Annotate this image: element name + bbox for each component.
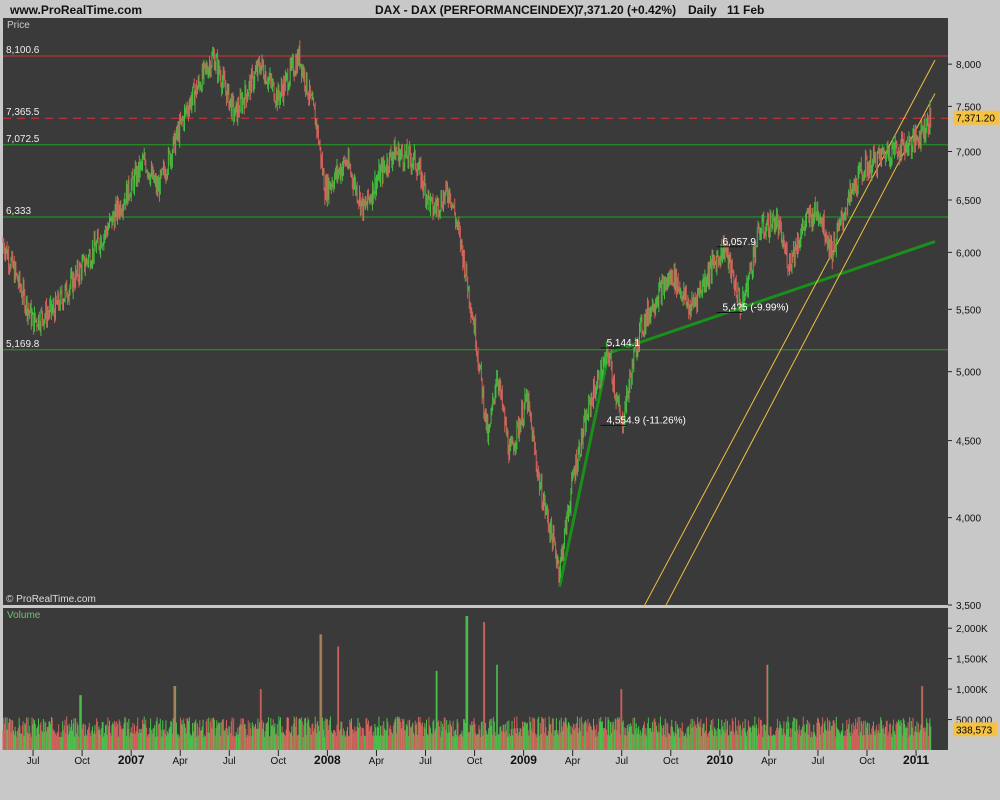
volume-panel-label: Volume bbox=[7, 610, 41, 621]
y-tick-label: 4,000 bbox=[956, 514, 981, 525]
x-tick-label: 2010 bbox=[706, 753, 733, 767]
x-tick-label: Apr bbox=[565, 756, 581, 767]
volume-y-axis: 2,000K1,500K1,000K500,000338,573 bbox=[948, 624, 997, 737]
quote-label: 7,371.20 (+0.42%) bbox=[577, 3, 677, 17]
price-y-axis: 8,0007,5007,0006,5006,0005,5005,0004,500… bbox=[948, 60, 999, 612]
y-tick-label: 8,000 bbox=[956, 60, 981, 71]
y-tick-label: 4,500 bbox=[956, 437, 981, 448]
level-label: 7,365.5 bbox=[6, 107, 40, 118]
chart-canvas[interactable]: Price 8,100.67,365.57,072.56,3335,169.8 … bbox=[0, 18, 1000, 800]
volume-tick-label: 1,000K bbox=[956, 685, 988, 696]
level-label: 6,333 bbox=[6, 206, 31, 217]
annotation-label: 6,057.9 bbox=[723, 237, 757, 248]
volume-tick-label: 2,000K bbox=[956, 624, 988, 635]
x-tick-label: Jul bbox=[419, 756, 432, 767]
x-tick-label: Oct bbox=[271, 756, 287, 767]
x-tick-label: Apr bbox=[369, 756, 385, 767]
y-tick-label: 7,000 bbox=[956, 148, 981, 159]
x-tick-label: Oct bbox=[74, 756, 90, 767]
y-tick-label: 6,500 bbox=[956, 196, 981, 207]
x-tick-label: Oct bbox=[859, 756, 875, 767]
x-tick-label: Jul bbox=[812, 756, 825, 767]
annotation-label: 5,4?5 (-9.99%) bbox=[723, 302, 789, 313]
price-panel-label: Price bbox=[7, 20, 30, 31]
title-bar: www.ProRealTime.com DAX - DAX (PERFORMAN… bbox=[0, 0, 1000, 18]
x-tick-label: Apr bbox=[761, 756, 777, 767]
y-tick-label: 6,000 bbox=[956, 248, 981, 259]
x-tick-label: 2011 bbox=[903, 753, 929, 767]
x-tick-label: Oct bbox=[663, 756, 679, 767]
volume-tick-label: 1,500K bbox=[956, 655, 988, 666]
last-price-label: 7,371.20 bbox=[956, 114, 995, 125]
x-tick-label: Oct bbox=[467, 756, 483, 767]
x-tick-label: Jul bbox=[223, 756, 236, 767]
watermark: © ProRealTime.com bbox=[6, 594, 96, 605]
instrument-label: DAX - DAX (PERFORMANCEINDEX) bbox=[375, 3, 579, 17]
y-tick-label: 5,500 bbox=[956, 305, 981, 316]
x-tick-label: 2009 bbox=[510, 753, 537, 767]
x-tick-label: Jul bbox=[27, 756, 40, 767]
price-panel[interactable] bbox=[3, 18, 948, 605]
annotation-label: 4,554.9 (-11.26%) bbox=[607, 415, 686, 426]
chart-window: www.ProRealTime.com DAX - DAX (PERFORMAN… bbox=[0, 0, 1000, 800]
y-tick-label: 5,000 bbox=[956, 368, 981, 379]
x-tick-label: 2008 bbox=[314, 753, 341, 767]
date-x-axis: Jul Oct 2007 Apr Jul Oct 2008 Apr Jul Oct 2009 Apr J… bbox=[27, 750, 929, 767]
last-volume-label: 338,573 bbox=[956, 725, 993, 736]
site-label[interactable]: www.ProRealTime.com bbox=[10, 3, 142, 17]
x-tick-label: Jul bbox=[615, 756, 628, 767]
date-label: 11 Feb bbox=[727, 3, 765, 17]
x-tick-label: 2007 bbox=[118, 753, 145, 767]
annotation-label: 5,144.1 bbox=[607, 338, 641, 349]
level-label: 5,169.8 bbox=[6, 339, 40, 350]
period-label: Daily bbox=[688, 3, 717, 17]
level-label: 8,100.6 bbox=[6, 45, 40, 56]
x-tick-label: Apr bbox=[172, 756, 188, 767]
level-label: 7,072.5 bbox=[6, 134, 40, 145]
y-tick-label: 3,500 bbox=[956, 601, 981, 612]
